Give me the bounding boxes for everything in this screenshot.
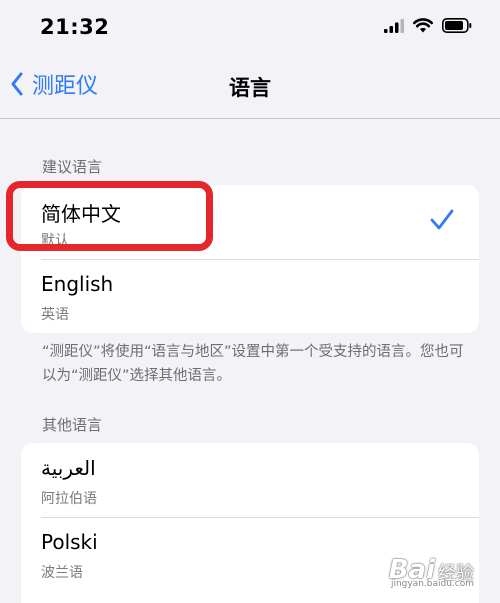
status-icons [384, 18, 472, 33]
other-languages-header: 其他语言 [42, 416, 103, 434]
suggested-languages-list: 简体中文 默认 English 英语 [21, 185, 479, 333]
language-name: 简体中文 [41, 202, 121, 226]
signal-icon [384, 18, 404, 33]
watermark-url: jingyan.baidu.com [390, 579, 474, 589]
battery-icon [442, 18, 472, 33]
language-option-arabic[interactable]: العربية 阿拉伯语 [21, 443, 479, 517]
status-time: 21:32 [40, 15, 110, 39]
language-subtitle: 波兰语 [41, 565, 83, 581]
suggested-languages-header: 建议语言 [42, 158, 103, 176]
language-subtitle: 默认 [41, 233, 69, 249]
language-footnote: “测距仪”将使用“语言与地区”设置中第一个受支持的语言。您也可以为“测距仪”选择… [42, 344, 464, 384]
status-bar: 21:32 [0, 0, 500, 56]
language-option-english[interactable]: English 英语 [21, 259, 479, 333]
language-subtitle: 英语 [41, 307, 69, 323]
page-title: 语言 [229, 76, 271, 100]
wifi-icon [413, 18, 433, 33]
language-name: Polski [41, 530, 98, 554]
checkmark-icon [430, 209, 454, 230]
nav-bar: 测距仪 语言 [0, 56, 500, 119]
language-name: English [41, 272, 114, 296]
watermark: Bai 经验 jingyan.baidu.com [389, 555, 474, 589]
language-option-simplified-chinese[interactable]: 简体中文 默认 [21, 185, 479, 259]
language-name: العربية [41, 456, 96, 480]
language-subtitle: 阿拉伯语 [41, 491, 97, 507]
